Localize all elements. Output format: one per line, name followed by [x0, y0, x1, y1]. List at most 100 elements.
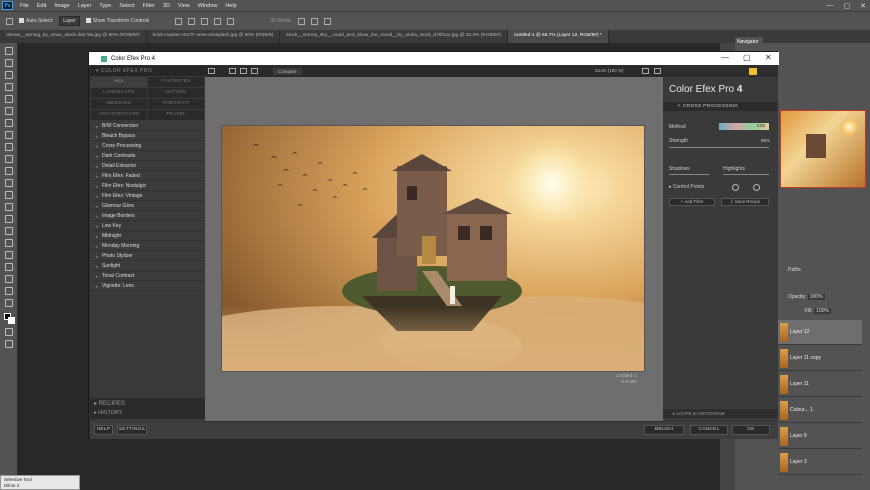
filter-item[interactable]: ★ Film Efex: Vintage — [90, 192, 205, 202]
move-tool-icon[interactable] — [6, 17, 13, 25]
split-view-icon[interactable] — [240, 68, 247, 74]
filter-item[interactable]: ★ Cross Processing — [90, 142, 205, 152]
layer-row[interactable]: Colour... 1 — [778, 398, 862, 423]
3d-pan-icon[interactable] — [323, 17, 331, 25]
3d-rotate-icon[interactable] — [297, 17, 305, 25]
menu-help[interactable]: Help — [221, 3, 240, 9]
filter-item[interactable]: ★ Photo Stylizer — [90, 252, 205, 262]
background-color-swatch[interactable] — [8, 317, 15, 324]
filter-item[interactable]: ★ Monday Morning — [90, 242, 205, 252]
shadows-slider[interactable] — [669, 174, 709, 175]
history-section[interactable]: ▸ HISTORY — [90, 409, 205, 419]
toggle-right-panel-icon[interactable] — [654, 68, 661, 74]
favorite-star-icon[interactable]: ★ — [95, 222, 99, 231]
gradient-tool-icon[interactable] — [5, 191, 13, 199]
cancel-button[interactable]: CANCEL — [690, 425, 728, 435]
category-portrait[interactable]: PORTRAIT — [148, 99, 204, 109]
pen-tool-icon[interactable] — [5, 227, 13, 235]
menu-file[interactable]: File — [16, 3, 33, 9]
help-button[interactable]: HELP — [94, 425, 113, 435]
maximize-button[interactable]: ▢ — [844, 2, 851, 10]
opacity-control[interactable]: Opacity: 100% — [788, 294, 825, 300]
filter-item[interactable]: ★ Sunlight — [90, 262, 205, 272]
more-tools-icon[interactable] — [5, 299, 13, 307]
category-wedding[interactable]: WEDDING — [91, 99, 147, 109]
control-points-toggle[interactable]: ▸ Control Points — [669, 184, 704, 190]
move-tool-icon[interactable] — [5, 47, 13, 55]
layer-row[interactable]: Layer 11 — [778, 372, 862, 397]
align-left-icon[interactable] — [175, 17, 183, 25]
clone-stamp-tool-icon[interactable] — [5, 155, 13, 163]
menu-filter[interactable]: Filter — [139, 3, 159, 9]
distribute-icon[interactable] — [214, 17, 222, 25]
filter-item[interactable]: ★ Tonal Contrast — [90, 272, 205, 282]
compare-button[interactable]: Compare — [273, 68, 302, 75]
brush-button[interactable]: BRUSH — [644, 425, 684, 435]
eyedropper-tool-icon[interactable] — [5, 119, 13, 127]
distribute-icon[interactable] — [227, 17, 235, 25]
preview-image[interactable] — [221, 125, 645, 372]
category-favorites[interactable]: FAVORITES — [148, 77, 204, 87]
opacity-value[interactable]: 100% — [807, 294, 825, 300]
layer-row[interactable]: Layer 12 — [778, 320, 862, 345]
rectangle-tool-icon[interactable] — [5, 263, 13, 271]
zoom-control[interactable]: Zoom (100 %) — [595, 68, 624, 73]
marquee-tool-icon[interactable] — [5, 59, 13, 67]
document-tab[interactable]: oleosa__turning_by_vinue_stock.dub7da.jp… — [0, 30, 147, 43]
layer-row[interactable]: Layer 11 copy — [778, 346, 862, 371]
favorite-star-icon[interactable]: ★ — [95, 252, 99, 261]
favorite-star-icon[interactable]: ★ — [95, 262, 99, 271]
align-right-icon[interactable] — [201, 17, 209, 25]
history-brush-tool-icon[interactable] — [5, 167, 13, 175]
dodge-tool-icon[interactable] — [5, 215, 13, 223]
favorite-star-icon[interactable]: ★ — [95, 182, 99, 191]
filter-item[interactable]: ★ Detail Extractor — [90, 162, 205, 172]
single-view-icon[interactable] — [229, 68, 236, 74]
category-all[interactable]: ALL — [91, 77, 147, 87]
recipes-section[interactable]: ▸ RECIPES — [90, 398, 205, 409]
filter-item[interactable]: ★ Midnight — [90, 232, 205, 242]
quick-select-tool-icon[interactable] — [5, 83, 13, 91]
category-landscape[interactable]: LANDSCAPE — [91, 88, 147, 98]
favorite-star-icon[interactable]: ★ — [95, 272, 99, 281]
frame-tool-icon[interactable] — [5, 107, 13, 115]
auto-select-checkbox[interactable]: Auto-Select: — [19, 18, 53, 24]
filter-item[interactable]: ★ Glamour Glow — [90, 202, 205, 212]
auto-select-target-dropdown[interactable]: Layer — [59, 16, 80, 26]
strength-slider[interactable] — [669, 147, 769, 148]
save-recipe-button[interactable]: ⇩ Save Recipe — [721, 198, 769, 206]
filter-item[interactable]: ★ Vignette: Lens — [90, 282, 205, 292]
align-center-icon[interactable] — [188, 17, 196, 25]
zoom-tool-icon[interactable] — [5, 287, 13, 295]
favorite-star-icon[interactable]: ★ — [95, 202, 99, 211]
show-transform-checkbox[interactable]: Show Transform Controls — [85, 18, 149, 24]
favorite-star-icon[interactable]: ★ — [95, 172, 99, 181]
category-architecture[interactable]: ARCHITECTURE — [91, 110, 147, 120]
dialog-close-button[interactable]: ✕ — [765, 53, 772, 62]
hand-tool-icon[interactable] — [5, 275, 13, 283]
healing-brush-tool-icon[interactable] — [5, 131, 13, 139]
screen-mode-icon[interactable] — [5, 340, 13, 348]
menu-select[interactable]: Select — [115, 3, 138, 9]
category-travel[interactable]: TRAVEL — [148, 110, 204, 120]
lasso-tool-icon[interactable] — [5, 71, 13, 79]
menu-3d[interactable]: 3D — [159, 3, 174, 9]
layer-row[interactable]: Layer 9 — [778, 424, 862, 449]
remove-control-point-icon[interactable] — [753, 184, 760, 191]
document-tab[interactable]: stock__stormy_sky__could_and_show_the_re… — [280, 30, 508, 43]
blur-tool-icon[interactable] — [5, 203, 13, 211]
eraser-tool-icon[interactable] — [5, 179, 13, 187]
filter-item[interactable]: ★ Dark Contrasts — [90, 152, 205, 162]
minimize-button[interactable]: — — [827, 2, 834, 9]
add-control-point-icon[interactable] — [732, 184, 739, 191]
filter-item[interactable]: ★ B/W Conversion — [90, 122, 205, 132]
favorite-star-icon[interactable]: ★ — [95, 212, 99, 221]
fill-control[interactable]: Fill: 100% — [805, 308, 831, 314]
active-filter-header[interactable]: ✓ CROSS PROCESSING — [663, 102, 778, 111]
3d-roll-icon[interactable] — [310, 17, 318, 25]
filter-item[interactable]: ★ Bleach Bypass — [90, 132, 205, 142]
filter-item[interactable]: ★ Image Borders — [90, 212, 205, 222]
toggle-left-panel-icon[interactable] — [208, 68, 215, 74]
settings-button[interactable]: SETTINGS — [117, 425, 147, 435]
document-tab[interactable]: knick-marker-c617F-smw-wmsplash.jpg @ 50… — [147, 30, 281, 43]
